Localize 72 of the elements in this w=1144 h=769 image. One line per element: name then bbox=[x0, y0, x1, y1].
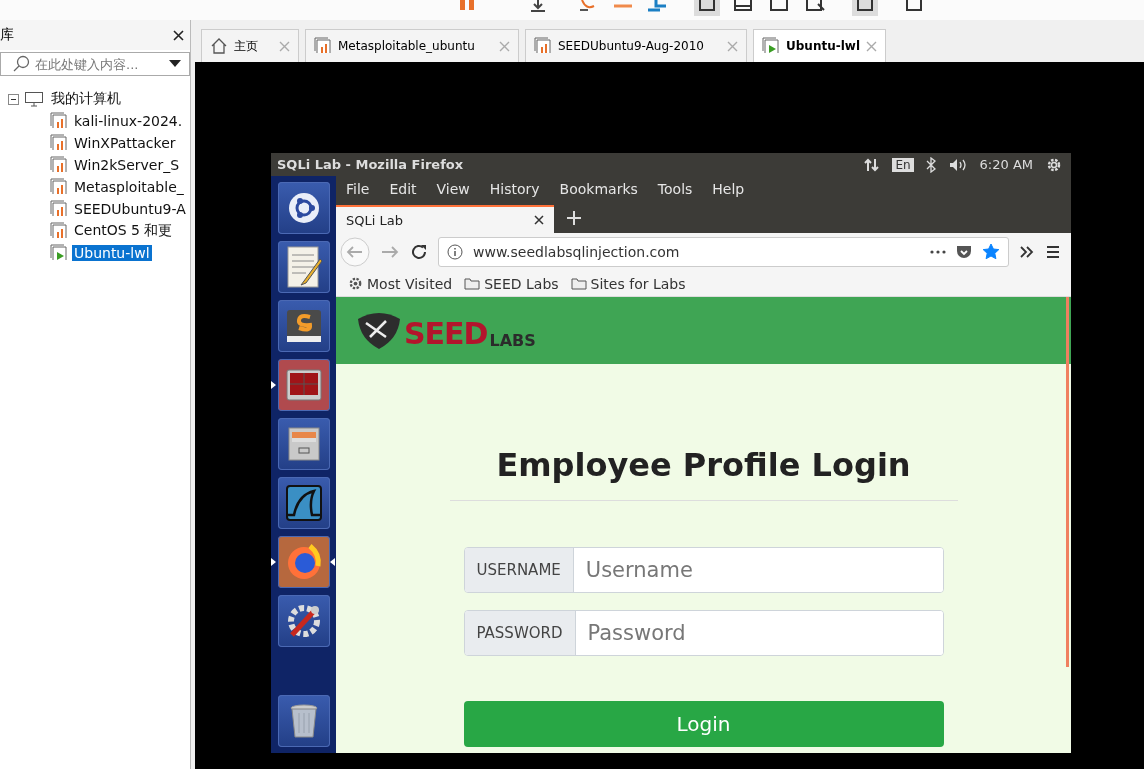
tab[interactable]: 主页 bbox=[201, 29, 299, 62]
tree-item[interactable]: Ubuntu-lwl bbox=[72, 245, 152, 261]
tree-item[interactable]: CentOS 5 和更 bbox=[72, 222, 175, 240]
logo-text: LABS bbox=[489, 332, 536, 349]
wireshark-launcher-icon[interactable] bbox=[277, 477, 330, 529]
menu-item[interactable]: View bbox=[436, 181, 470, 197]
menu-icon[interactable] bbox=[1045, 245, 1061, 259]
pocket-icon[interactable] bbox=[956, 244, 972, 260]
fullscreen-icon[interactable] bbox=[768, 0, 790, 12]
editor-launcher-icon[interactable] bbox=[277, 241, 330, 293]
settings-launcher-icon[interactable] bbox=[277, 595, 330, 647]
menu-item[interactable]: File bbox=[346, 181, 370, 197]
new-tab-icon[interactable] bbox=[566, 209, 582, 226]
input-field[interactable]: USERNAME Username bbox=[463, 547, 944, 593]
view-icon[interactable] bbox=[694, 0, 720, 16]
address-bar[interactable]: www.seedlabsqlinjection.com bbox=[438, 237, 1009, 267]
bluetooth-icon bbox=[925, 156, 936, 173]
page-heading: Employee Profile Login bbox=[496, 446, 911, 484]
firefox-launcher-icon[interactable] bbox=[277, 536, 330, 588]
menu-item[interactable]: Tools bbox=[657, 181, 693, 197]
menu-item[interactable]: Help bbox=[712, 181, 745, 197]
tab[interactable]: Metasploitable_ubuntu bbox=[305, 29, 519, 62]
folder-icon bbox=[570, 277, 587, 290]
collapse-icon[interactable] bbox=[8, 93, 19, 105]
search-icon bbox=[13, 55, 31, 73]
gear-icon bbox=[348, 276, 363, 291]
overflow-icon[interactable] bbox=[1019, 245, 1035, 259]
menu-item[interactable]: History bbox=[489, 181, 540, 197]
tab[interactable]: SEEDUbuntu9-Aug-2010 bbox=[525, 29, 747, 62]
files-launcher-icon[interactable] bbox=[277, 418, 330, 470]
tree-item[interactable]: Metasploitable_ bbox=[72, 179, 186, 195]
view-icon[interactable] bbox=[732, 0, 754, 12]
network-icon bbox=[864, 156, 881, 173]
tree-item[interactable]: WinXPattacker bbox=[72, 135, 178, 151]
close-icon[interactable] bbox=[534, 215, 544, 225]
window-title: SQLi Lab - Mozilla Firefox bbox=[277, 157, 464, 172]
home-icon bbox=[210, 38, 228, 54]
clock[interactable]: 6:20 AM bbox=[979, 157, 1033, 172]
terminal-launcher-icon[interactable] bbox=[277, 359, 330, 411]
close-icon[interactable] bbox=[173, 29, 184, 41]
more-icon[interactable] bbox=[930, 250, 946, 254]
input-field[interactable]: PASSWORD Password bbox=[463, 610, 944, 656]
ubuntu-launcher-icon[interactable] bbox=[277, 182, 330, 234]
sublime-launcher-icon[interactable] bbox=[277, 300, 330, 352]
console-icon[interactable] bbox=[852, 0, 878, 16]
download-icon[interactable] bbox=[528, 0, 548, 12]
dropdown-icon[interactable] bbox=[169, 60, 181, 68]
tree-item[interactable]: Win2kServer_S bbox=[72, 157, 182, 173]
reload-icon[interactable] bbox=[410, 243, 428, 261]
trash-launcher-icon[interactable] bbox=[277, 695, 330, 747]
panel-title: 库 bbox=[0, 26, 14, 44]
menu-item[interactable]: Edit bbox=[389, 181, 417, 197]
logo-text: SEED bbox=[404, 318, 488, 349]
bookmark-link[interactable]: Most Visited bbox=[367, 275, 453, 292]
tree-item[interactable]: SEEDUbuntu9-A bbox=[72, 201, 188, 217]
folder-icon bbox=[464, 277, 481, 290]
search-field[interactable]: 在此处键入内容... bbox=[35, 56, 165, 72]
computer-icon bbox=[24, 91, 44, 107]
view-icon[interactable] bbox=[804, 0, 826, 12]
search-box[interactable]: 在此处键入内容... bbox=[0, 52, 190, 76]
browser-tab[interactable]: SQLi Lab bbox=[336, 205, 554, 233]
tab[interactable]: Ubuntu-lwl bbox=[753, 29, 886, 62]
scrollbar[interactable] bbox=[1066, 297, 1069, 667]
menu-item[interactable]: Bookmarks bbox=[559, 181, 638, 197]
tree-item[interactable]: kali-linux-2024. bbox=[72, 113, 185, 129]
bookmark-link[interactable]: SEED Labs bbox=[484, 275, 559, 292]
star-filled-icon[interactable] bbox=[982, 243, 1000, 261]
shield-icon bbox=[356, 312, 402, 349]
info-icon[interactable] bbox=[447, 244, 463, 260]
keyboard-indicator[interactable]: En bbox=[892, 157, 914, 172]
tree-item[interactable]: 我的计算机 bbox=[49, 90, 123, 108]
bookmark-link[interactable]: Sites for Labs bbox=[590, 275, 686, 292]
